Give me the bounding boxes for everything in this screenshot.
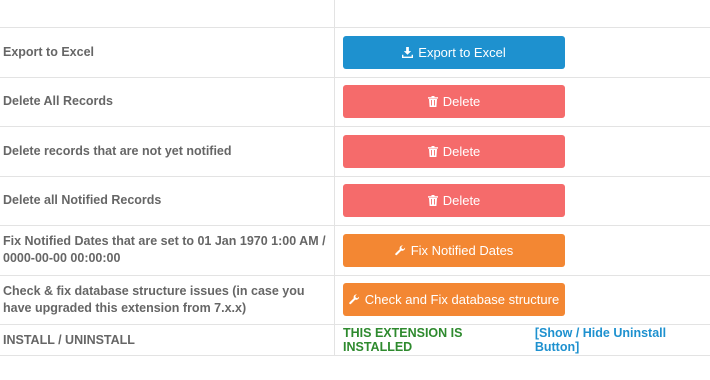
delete-all-button-label: Delete <box>442 94 481 110</box>
install-status: THIS EXTENSION IS INSTALLED <box>343 326 463 354</box>
fix-dates-button-label: Fix Notified Dates <box>410 242 514 258</box>
check-fix-database-button[interactable]: Check and Fix database structure <box>343 283 565 317</box>
delete-not-notified-button-label: Delete <box>442 143 481 159</box>
wrench-icon <box>394 245 406 256</box>
delete-not-notified-button[interactable]: Delete <box>343 134 565 168</box>
delete-all-label: Delete All Records <box>0 77 335 126</box>
check-db-button-label: Check and Fix database structure <box>364 292 560 308</box>
trash-icon <box>427 195 438 207</box>
fix-dates-label: Fix Notified Dates that are set to 01 Ja… <box>0 226 335 275</box>
fix-notified-dates-button[interactable]: Fix Notified Dates <box>343 233 565 267</box>
table-row-delete-all: Delete All Records Delete <box>0 76 710 126</box>
install-label: INSTALL / UNINSTALL <box>0 325 335 355</box>
table-row-export: Export to Excel Export to Excel <box>0 27 710 77</box>
download-icon <box>402 46 414 58</box>
toggle-uninstall-link[interactable]: [Show / Hide Uninstall Button] <box>535 326 710 354</box>
check-db-label: Check & fix database structure issues (i… <box>0 275 335 324</box>
table-row-delete-notified: Delete all Notified Records Delete <box>0 175 710 225</box>
table-row-check-db: Check & fix database structure issues (i… <box>0 274 710 324</box>
table-row-fix-dates: Fix Notified Dates that are set to 01 Ja… <box>0 225 710 275</box>
delete-not-notified-label: Delete records that are not yet notified <box>0 127 335 176</box>
wrench-icon <box>349 294 360 305</box>
settings-table: Export to Excel Export to Excel Delete A… <box>0 0 710 356</box>
export-to-excel-button[interactable]: Export to Excel <box>343 35 565 69</box>
export-button-label: Export to Excel <box>418 44 506 60</box>
table-row-install: INSTALL / UNINSTALL THIS EXTENSION IS IN… <box>0 324 710 356</box>
delete-notified-label: Delete all Notified Records <box>0 176 335 225</box>
delete-all-button[interactable]: Delete <box>343 85 565 119</box>
export-label: Export to Excel <box>0 28 335 77</box>
table-row-delete-not-notified: Delete records that are not yet notified… <box>0 126 710 176</box>
trash-icon <box>427 145 438 157</box>
delete-notified-button-label: Delete <box>442 193 481 209</box>
delete-notified-button[interactable]: Delete <box>343 184 565 218</box>
trash-icon <box>427 96 438 108</box>
table-top-spacer <box>0 0 710 27</box>
